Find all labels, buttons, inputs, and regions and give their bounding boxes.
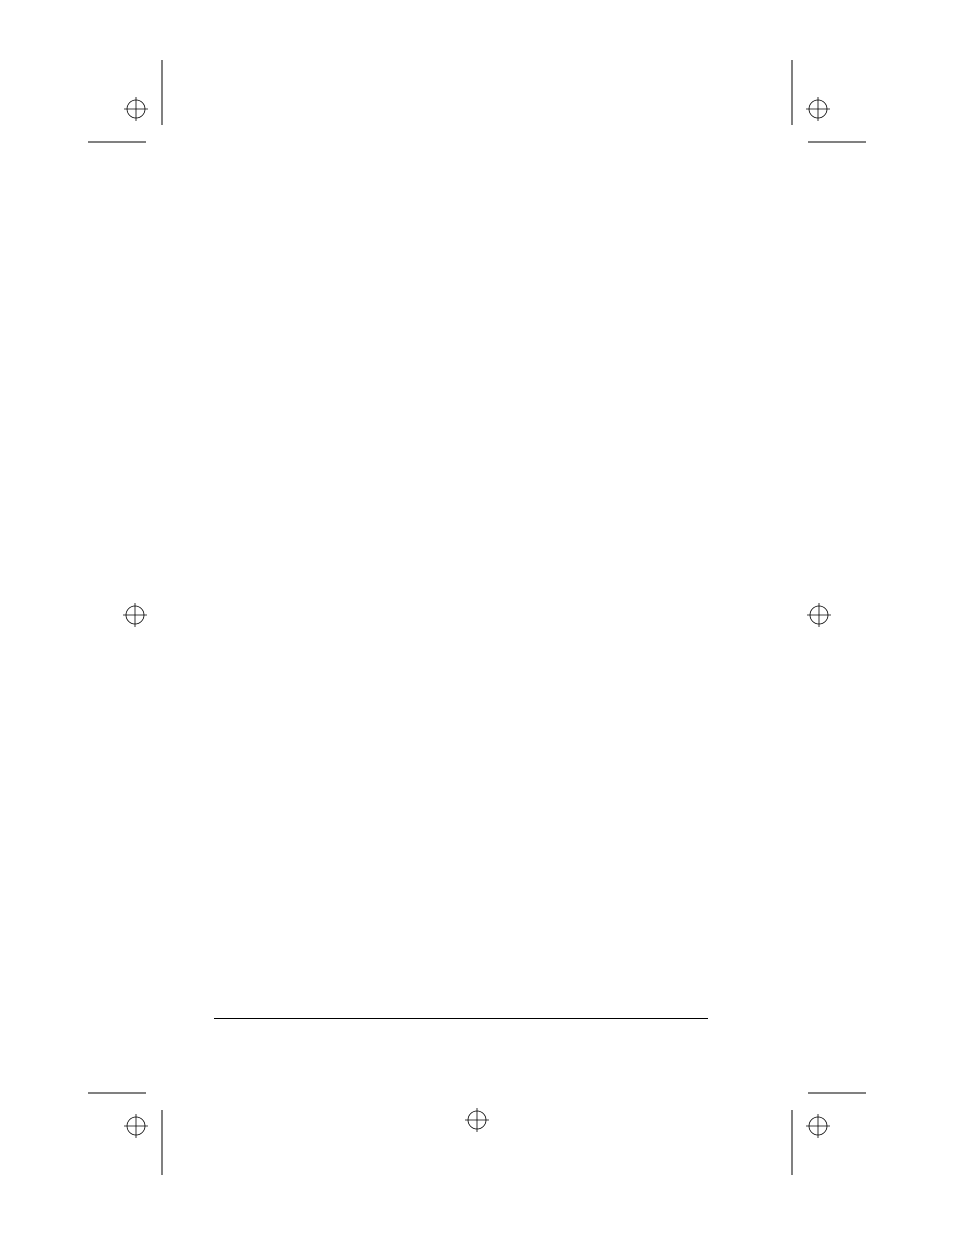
crop-mark-top-left [88,60,168,155]
crop-mark-top-right [786,60,866,155]
crop-mark-middle-right [804,600,834,630]
crop-mark-bottom-right [786,1080,866,1175]
content-divider-rule [214,1018,708,1019]
crop-mark-bottom-left [88,1080,168,1175]
crop-mark-bottom-center [462,1105,492,1135]
crop-mark-middle-left [120,600,150,630]
